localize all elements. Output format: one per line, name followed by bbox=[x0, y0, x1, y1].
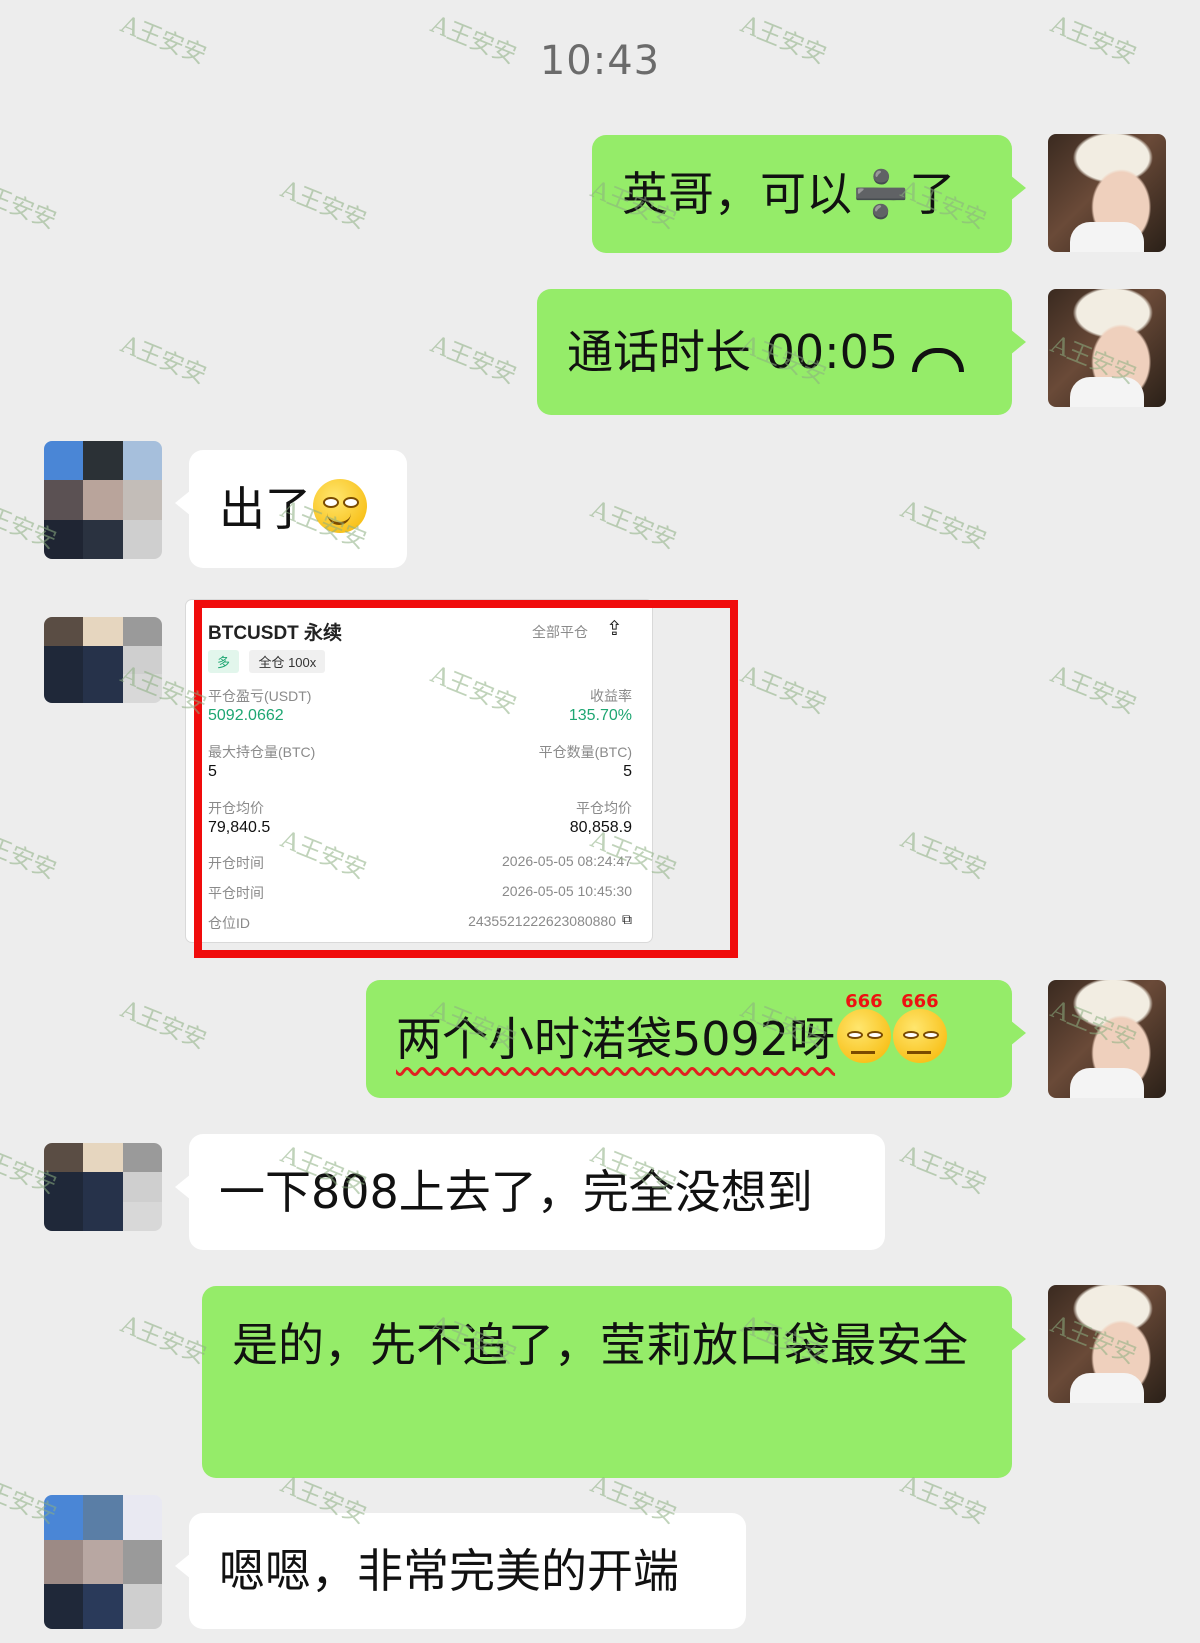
message-bubble[interactable]: 出了 bbox=[175, 450, 407, 568]
message-text: 英哥，可以➗了 bbox=[622, 167, 956, 221]
watermark: A王安安 bbox=[0, 825, 61, 885]
contact-avatar[interactable] bbox=[44, 1495, 162, 1629]
message-bubble[interactable]: 两个小时渃袋5092呀 666 666 bbox=[366, 980, 1026, 1098]
message-bubble[interactable]: 是的，先不追了，莹莉放口袋最安全 bbox=[202, 1286, 1026, 1478]
message-bubble[interactable]: 英哥，可以➗了 bbox=[592, 135, 1026, 253]
contact-avatar[interactable] bbox=[44, 1143, 162, 1231]
watermark: A王安安 bbox=[897, 495, 991, 555]
call-duration-text: 通话时长 00:05 bbox=[567, 325, 899, 379]
watermark: A王安安 bbox=[117, 995, 211, 1055]
watermark: A王安安 bbox=[117, 330, 211, 390]
hang-up-phone-icon bbox=[912, 348, 965, 372]
call-record-bubble[interactable]: 通话时长 00:05 bbox=[537, 289, 1026, 415]
message-text: 一下808上去了，完全没想到 bbox=[219, 1165, 813, 1219]
watermark: A王安安 bbox=[117, 1310, 211, 1370]
message-bubble[interactable]: 一下808上去了，完全没想到 bbox=[175, 1134, 885, 1250]
my-avatar[interactable] bbox=[1048, 1285, 1166, 1403]
grinning-face-emoji-icon bbox=[313, 479, 367, 533]
watermark: A王安安 bbox=[587, 495, 681, 555]
message-text: 两个小时渃袋5092呀 bbox=[396, 1012, 836, 1066]
message-bubble[interactable]: 嗯嗯，非常完美的开端 bbox=[175, 1513, 746, 1629]
my-avatar[interactable] bbox=[1048, 134, 1166, 252]
my-avatar[interactable] bbox=[1048, 289, 1166, 407]
watermark: A王安安 bbox=[897, 825, 991, 885]
watermark: A王安安 bbox=[897, 1140, 991, 1200]
message-text: 是的，先不追了，莹莉放口袋最安全 bbox=[232, 1318, 968, 1372]
watermark: A王安安 bbox=[277, 175, 371, 235]
smirking-face-666-emoji-icon: 666 bbox=[837, 993, 892, 1063]
watermark: A王安安 bbox=[427, 330, 521, 390]
timestamp: 10:43 bbox=[539, 38, 661, 84]
red-highlight-frame bbox=[194, 600, 738, 958]
my-avatar[interactable] bbox=[1048, 980, 1166, 1098]
contact-avatar[interactable] bbox=[44, 441, 162, 559]
watermark: A王安安 bbox=[737, 660, 831, 720]
contact-avatar[interactable] bbox=[44, 617, 162, 703]
watermark: A王安安 bbox=[1047, 660, 1141, 720]
message-text: 嗯嗯，非常完美的开端 bbox=[219, 1544, 679, 1598]
smirking-face-666-emoji-icon: 666 bbox=[893, 993, 948, 1063]
watermark: A王安安 bbox=[0, 175, 61, 235]
message-text: 出了 bbox=[219, 482, 311, 536]
